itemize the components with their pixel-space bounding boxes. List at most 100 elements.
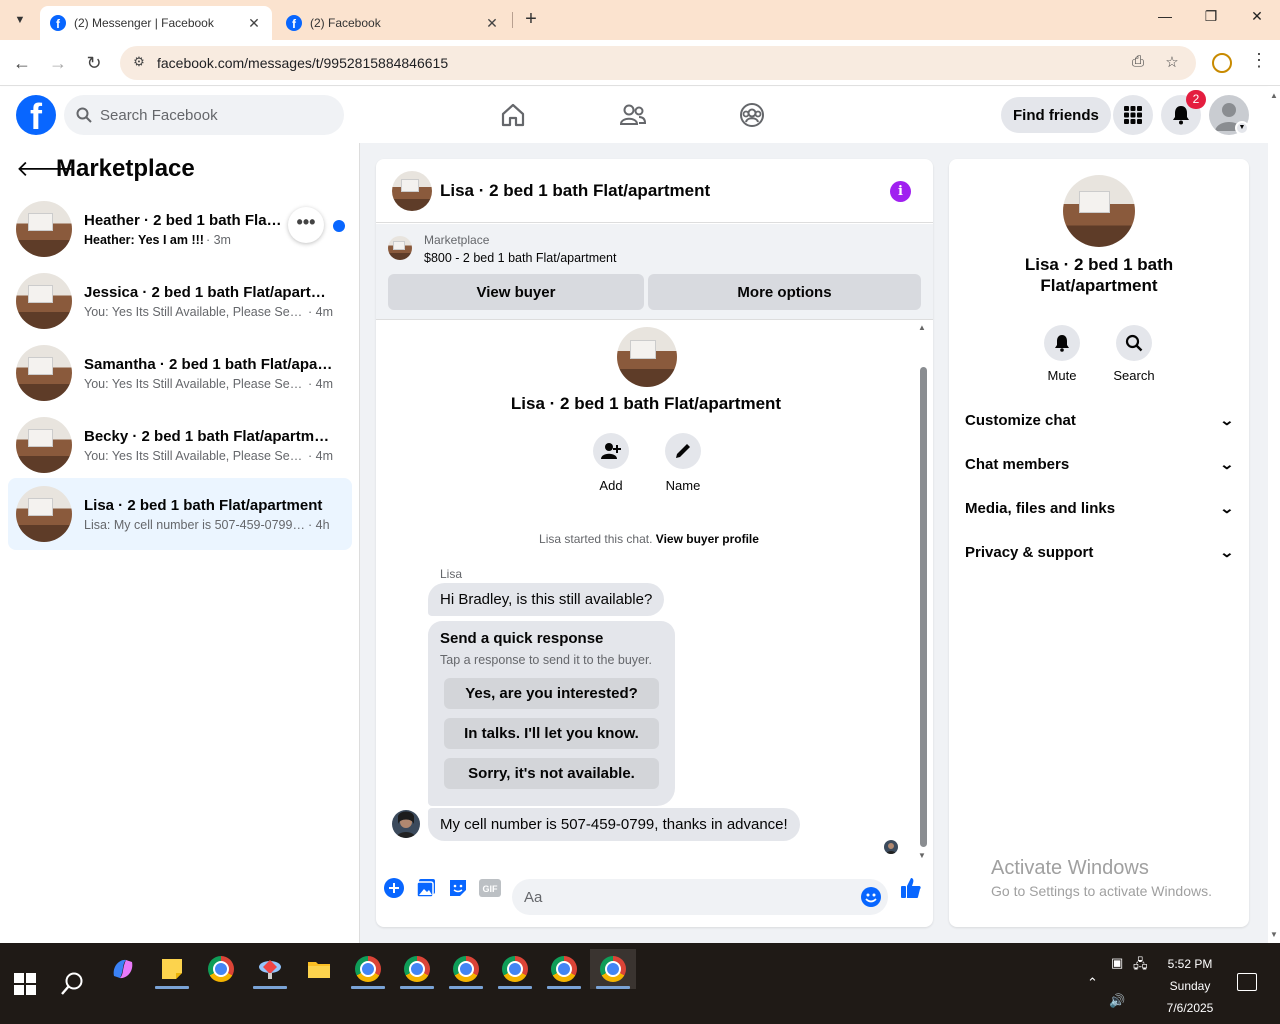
chrome-profile-3-icon[interactable] [443, 949, 489, 989]
close-tab-icon[interactable]: ✕ [484, 15, 500, 32]
chrome-profile-1-icon[interactable] [345, 949, 391, 989]
facebook-logo-icon[interactable]: f [16, 95, 56, 135]
message-bubble[interactable]: My cell number is 507-459-0799, thanks i… [428, 808, 800, 841]
facebook-search-input[interactable] [100, 106, 330, 124]
chrome-profile-5-icon[interactable] [541, 949, 587, 989]
meet-now-icon[interactable]: ▣ [1111, 955, 1123, 971]
groups-icon[interactable] [736, 99, 768, 131]
scroll-up-icon[interactable]: ▲ [918, 323, 926, 332]
view-buyer-profile-link[interactable]: View buyer profile [656, 532, 759, 546]
photo-icon[interactable] [415, 877, 437, 899]
restore-button[interactable]: ❐ [1198, 8, 1224, 32]
tab-messenger[interactable]: f (2) Messenger | Facebook ✕ [40, 6, 272, 40]
info-name: Lisa · 2 bed 1 bath Flat/apartment [1024, 255, 1174, 295]
marketplace-header: 🡐 Marketplace [16, 155, 195, 183]
system-clock[interactable]: 5:52 PM Sunday 7/6/2025 [1150, 953, 1230, 1019]
forward-button[interactable]: → [45, 50, 71, 76]
back-arrow-icon[interactable]: 🡐 [16, 156, 75, 182]
site-info-icon[interactable]: ⚙ [130, 54, 148, 72]
marketplace-banner: Marketplace $800 - 2 bed 1 bath Flat/apa… [376, 224, 933, 320]
more-options-button[interactable]: More options [648, 274, 921, 310]
message-thread[interactable]: Lisa · 2 bed 1 bath Flat/apartment Add N… [376, 321, 933, 859]
tab-facebook[interactable]: f (2) Facebook ✕ [276, 6, 510, 40]
emoji-icon[interactable] [861, 887, 881, 907]
conversation-heather[interactable]: Heather · 2 bed 1 bath Flat/apartment He… [8, 197, 352, 261]
tab-search-dropdown-icon[interactable]: ▼ [8, 8, 32, 32]
chrome-profile-4-icon[interactable] [492, 949, 538, 989]
browser-profile-icon[interactable] [1212, 53, 1232, 73]
facebook-search[interactable] [64, 95, 344, 135]
listing-title[interactable]: $800 - 2 bed 1 bath Flat/apartment [424, 251, 617, 265]
more-options-icon[interactable]: ••• [288, 207, 324, 243]
name-chat-button[interactable]: Name [653, 433, 713, 493]
messenger-page: 🡐 Marketplace Heather · 2 bed 1 bath Fla… [0, 143, 1268, 943]
browser-menu-icon[interactable]: ⋮ [1250, 50, 1268, 71]
quick-response-in-talks[interactable]: In talks. I'll let you know. [444, 718, 659, 749]
url-text[interactable]: facebook.com/messages/t/9952815884846615 [157, 55, 448, 71]
conversation-samantha[interactable]: Samantha · 2 bed 1 bath Flat/apart... Yo… [8, 341, 352, 405]
mute-button[interactable]: Mute [1032, 325, 1092, 383]
message-bubble[interactable]: Hi Bradley, is this still available? [428, 583, 665, 616]
listing-thumbnail [16, 201, 72, 257]
privacy-support-row[interactable]: Privacy & support ⌄ [965, 534, 1235, 570]
remote-desktop-app-icon[interactable] [247, 949, 293, 989]
menu-grid-icon[interactable] [1113, 95, 1153, 135]
volume-icon[interactable]: 🔊 [1109, 993, 1125, 1009]
minimize-button[interactable]: — [1152, 8, 1178, 32]
gif-icon[interactable]: GIF [479, 877, 501, 899]
customize-chat-row[interactable]: Customize chat ⌄ [965, 402, 1235, 438]
search-conversation-button[interactable]: Search [1104, 325, 1164, 383]
home-icon[interactable] [497, 99, 529, 131]
conversation-lisa[interactable]: Lisa · 2 bed 1 bath Flat/apartment Lisa:… [8, 478, 352, 550]
sender-avatar[interactable] [392, 810, 420, 838]
browser-toolbar: ← → ↻ ⚙ facebook.com/messages/t/99528158… [0, 40, 1280, 86]
copilot-app-icon[interactable] [100, 949, 146, 989]
chrome-profile-6-icon[interactable] [590, 949, 636, 989]
like-icon[interactable] [899, 876, 923, 900]
scroll-down-icon[interactable]: ▼ [1270, 930, 1278, 939]
media-files-links-row[interactable]: Media, files and links ⌄ [965, 490, 1235, 526]
message-input-container[interactable] [512, 879, 888, 915]
reload-button[interactable]: ↻ [81, 50, 107, 76]
scroll-down-icon[interactable]: ▼ [918, 851, 926, 859]
conversation-jessica[interactable]: Jessica · 2 bed 1 bath Flat/apartment Yo… [8, 269, 352, 333]
plus-icon[interactable] [383, 877, 405, 899]
thread-scroll-thumb[interactable] [920, 367, 927, 847]
install-app-icon[interactable]: ⎙ [1128, 53, 1148, 73]
address-bar[interactable]: ⚙ facebook.com/messages/t/99528158848466… [120, 46, 1196, 80]
scroll-up-icon[interactable]: ▲ [1270, 91, 1278, 100]
sticker-icon[interactable] [447, 877, 469, 899]
chrome-profile-2-icon[interactable] [394, 949, 440, 989]
conversation-becky[interactable]: Becky · 2 bed 1 bath Flat/apartment You:… [8, 413, 352, 477]
search-icon [1116, 325, 1152, 361]
chat-title[interactable]: Lisa · 2 bed 1 bath Flat/apartment [440, 181, 710, 201]
window-scrollbar[interactable]: ▲ ▼ [1268, 87, 1280, 943]
info-icon[interactable]: i [890, 181, 911, 202]
new-tab-button[interactable]: + [520, 8, 542, 30]
sticky-notes-app-icon[interactable] [149, 949, 195, 989]
quick-response-yes[interactable]: Yes, are you interested? [444, 678, 659, 709]
action-center-icon[interactable] [1237, 973, 1257, 991]
close-window-button[interactable]: ✕ [1244, 8, 1270, 32]
back-button[interactable]: ← [9, 50, 35, 76]
chat-members-row[interactable]: Chat members ⌄ [965, 446, 1235, 482]
chat-avatar[interactable] [392, 170, 432, 211]
network-icon[interactable]: 🖧 [1133, 955, 1148, 977]
chrome-app-icon[interactable] [198, 949, 244, 989]
file-explorer-app-icon[interactable] [296, 949, 342, 989]
close-tab-icon[interactable]: ✕ [246, 15, 262, 32]
running-indicator [155, 986, 189, 989]
view-buyer-button[interactable]: View buyer [388, 274, 644, 310]
chevron-down-icon[interactable]: ▼ [1235, 121, 1249, 135]
bookmark-star-icon[interactable]: ☆ [1162, 53, 1182, 73]
friends-icon[interactable] [617, 99, 649, 131]
show-hidden-icons-icon[interactable]: ⌃ [1087, 975, 1098, 991]
find-friends-button[interactable]: Find friends [1001, 97, 1111, 133]
quick-response-not-available[interactable]: Sorry, it's not available. [444, 758, 659, 789]
windows-start-icon[interactable] [14, 973, 36, 995]
add-people-button[interactable]: Add [581, 433, 641, 493]
name-label: Name [665, 478, 701, 493]
running-indicator [351, 986, 385, 989]
message-input[interactable] [524, 888, 844, 906]
taskbar-search-icon[interactable] [60, 971, 86, 997]
